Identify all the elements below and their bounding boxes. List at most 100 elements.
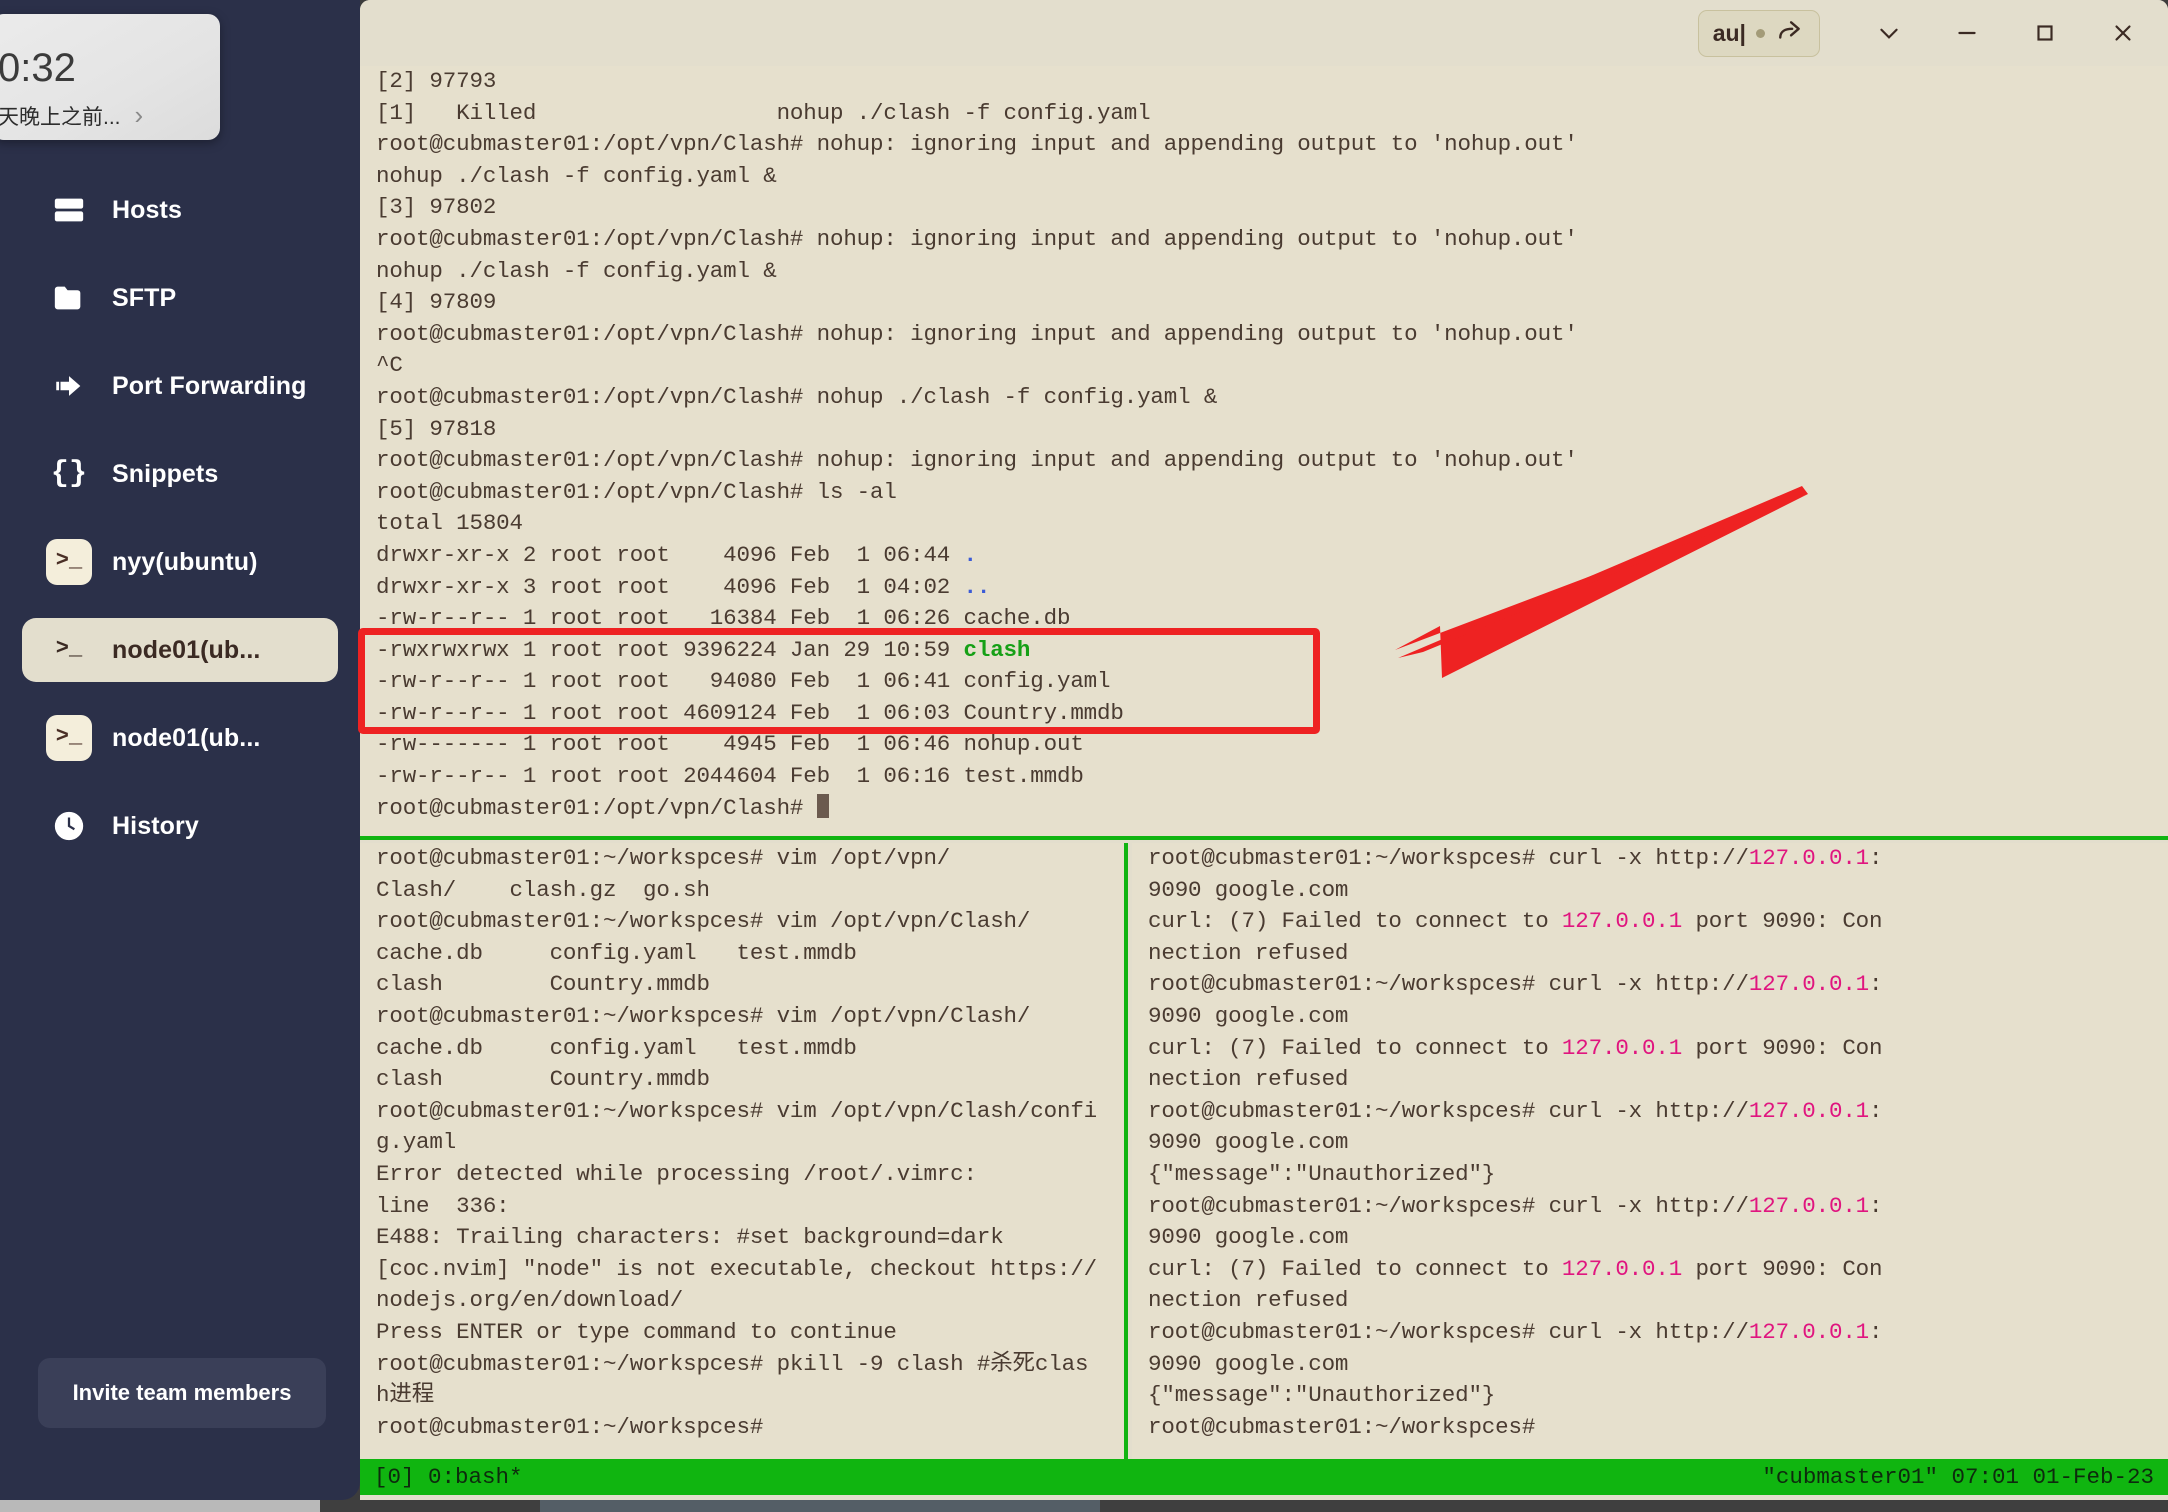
account-badge-label: au| bbox=[1712, 19, 1746, 46]
terminal-line: h进程 bbox=[376, 1382, 435, 1409]
close-button[interactable] bbox=[2084, 0, 2162, 66]
terminal-line: nection refused bbox=[1148, 1287, 1349, 1314]
ip-address: 127.0.0.1 bbox=[1561, 1034, 1683, 1061]
red-arrow-pointing-left bbox=[1395, 486, 1808, 678]
terminal-line: nodejs.org/en/download/ bbox=[376, 1287, 684, 1314]
terminal-line: Error detected while processing /root/.v… bbox=[376, 1160, 977, 1187]
tmux-status-left: [0] 0:bash* bbox=[374, 1464, 523, 1490]
terminal-line: root@cubmaster01:/opt/vpn/Clash# nohup: … bbox=[376, 225, 1578, 252]
terminal-line: ^C bbox=[376, 352, 403, 379]
popup-message-row: 天晚上之前... › bbox=[0, 100, 220, 131]
account-share-badge[interactable]: au| bbox=[1697, 9, 1820, 57]
notification-popup[interactable]: 0:32 天晚上之前... › bbox=[0, 14, 220, 140]
terminal-line: root@cubmaster01:~/workspces# vim /opt/v… bbox=[376, 1097, 1098, 1124]
tmux-status-bar: [0] 0:bash* "cubmaster01" 07:01 01-Feb-2… bbox=[360, 1459, 2168, 1495]
terminal-line: root@cubmaster01:~/workspces# vim /opt/v… bbox=[376, 845, 951, 871]
terminal-line: root@cubmaster01:~/workspces# curl -x ht… bbox=[1148, 1192, 1883, 1219]
sidebar-item-node01[interactable]: >_ node01(ub... bbox=[22, 706, 338, 770]
pane-divider-vertical[interactable] bbox=[1124, 843, 1128, 1459]
terminal-line: Press ENTER or type command to continue bbox=[376, 1318, 897, 1345]
terminal-line: -rw-r--r-- 1 root root 4609124 Feb 1 06:… bbox=[376, 699, 1124, 726]
forward-icon bbox=[44, 369, 94, 403]
terminal-line: -rwxrwxrwx 1 root root 9396224 Jan 29 10… bbox=[376, 636, 1031, 663]
sidebar-item-port-forwarding[interactable]: Port Forwarding bbox=[22, 354, 338, 418]
sidebar-item-sftp[interactable]: SFTP bbox=[22, 266, 338, 330]
terminal-line: total 15804 bbox=[376, 510, 523, 537]
terminal-line: [3] 97802 bbox=[376, 194, 497, 221]
terminal-icon: >_ bbox=[44, 539, 94, 585]
terminal-line: root@cubmaster01:/opt/vpn/Clash# nohup: … bbox=[376, 320, 1578, 347]
terminal-cursor bbox=[816, 793, 829, 818]
terminal-line: root@cubmaster01:~/workspces# curl -x ht… bbox=[1148, 1318, 1883, 1345]
dot-indicator-icon bbox=[1756, 28, 1765, 38]
terminal-line: root@cubmaster01:/opt/vpn/Clash# ls -al bbox=[376, 478, 897, 505]
sidebar-item-snippets[interactable]: {} Snippets bbox=[22, 442, 338, 506]
terminal-line: -rw------- 1 root root 4945 Feb 1 06:46 … bbox=[376, 731, 1084, 758]
sidebar-item-label: Hosts bbox=[112, 195, 182, 224]
ip-address: 127.0.0.1 bbox=[1748, 971, 1870, 998]
ip-address: 127.0.0.1 bbox=[1748, 1097, 1870, 1124]
sidebar-item-hosts[interactable]: Hosts bbox=[22, 178, 338, 242]
terminal-pane-bottom-right[interactable]: root@cubmaster01:~/workspces# curl -x ht… bbox=[1132, 843, 2168, 1459]
terminal-line: 9090 google.com bbox=[1148, 1350, 1349, 1377]
ip-address: 127.0.0.1 bbox=[1561, 1255, 1683, 1282]
ip-address: 127.0.0.1 bbox=[1748, 845, 1870, 871]
terminal-line: g.yaml bbox=[376, 1129, 457, 1156]
braces-icon: {} bbox=[50, 457, 88, 491]
terminal-line: 9090 google.com bbox=[1148, 1129, 1349, 1156]
terminal-line: [2] 97793 bbox=[376, 68, 497, 94]
sidebar-item-node01-active[interactable]: >_ node01(ub... bbox=[22, 618, 338, 682]
terminal-line: drwxr-xr-x 2 root root 4096 Feb 1 06:44 … bbox=[376, 541, 978, 568]
popup-message: 天晚上之前... bbox=[0, 105, 121, 129]
sidebar-item-nyy-ubuntu[interactable]: >_ nyy(ubuntu) bbox=[22, 530, 338, 594]
terminal-line: nohup ./clash -f config.yaml & bbox=[376, 162, 777, 189]
pane-divider-horizontal[interactable] bbox=[360, 836, 2168, 840]
sidebar-item-label: SFTP bbox=[112, 283, 177, 312]
terminal-line: {"message":"Unauthorized"} bbox=[1148, 1382, 1496, 1409]
terminal-line: clash Country.mmdb bbox=[376, 971, 710, 998]
sidebar-nav: Hosts SFTP Port Forwarding {} Snippets >… bbox=[0, 178, 360, 882]
terminal-line: curl: (7) Failed to connect to 127.0.0.1… bbox=[1148, 1255, 1883, 1282]
sidebar-item-label: Snippets bbox=[112, 459, 219, 488]
minimize-button[interactable] bbox=[1928, 0, 2006, 66]
ip-address: 127.0.0.1 bbox=[1561, 908, 1683, 935]
terminal-icon: >_ bbox=[44, 715, 94, 761]
ip-address: 127.0.0.1 bbox=[1748, 1192, 1870, 1219]
ip-address: 127.0.0.1 bbox=[1748, 1318, 1870, 1345]
terminal-line: -rw-r--r-- 1 root root 16384 Feb 1 06:26… bbox=[376, 605, 1071, 632]
exec-filename: clash bbox=[963, 636, 1031, 663]
os-taskbar[interactable] bbox=[0, 1500, 2168, 1512]
sidebar-item-label: Port Forwarding bbox=[112, 371, 307, 400]
terminal-pane-bottom-left[interactable]: root@cubmaster01:~/workspces# vim /opt/v… bbox=[360, 843, 1124, 1459]
clock-icon bbox=[44, 809, 94, 843]
terminal-line: [coc.nvim] "node" is not executable, che… bbox=[376, 1255, 1098, 1282]
chevron-right-icon[interactable]: › bbox=[135, 100, 144, 131]
share-arrow-icon[interactable] bbox=[1775, 18, 1805, 49]
terminal-line: root@cubmaster01:/opt/vpn/Clash# nohup .… bbox=[376, 383, 1218, 410]
terminal-line: 9090 google.com bbox=[1148, 1224, 1349, 1251]
terminal-pane-top[interactable]: [2] 97793 [1] Killed nohup ./clash -f con… bbox=[360, 66, 2168, 836]
terminal-line: cache.db config.yaml test.mmdb bbox=[376, 939, 857, 966]
terminal-window: au| [2] 97793 [1] Killed nohup ./clash -… bbox=[360, 0, 2168, 1500]
terminal-line: root@cubmaster01:~/workspces# vim /opt/v… bbox=[376, 1002, 1031, 1029]
taskbar-segment-left bbox=[0, 1500, 320, 1512]
popup-time: 0:32 bbox=[0, 46, 76, 90]
terminal-line: nection refused bbox=[1148, 939, 1349, 966]
sidebar-item-history[interactable]: History bbox=[22, 794, 338, 858]
terminal-line: clash Country.mmdb bbox=[376, 1066, 710, 1093]
terminal-line: root@cubmaster01:/opt/vpn/Clash# bbox=[376, 793, 2152, 825]
sidebar-item-label: History bbox=[112, 811, 199, 840]
terminal-line: root@cubmaster01:~/workspces# curl -x ht… bbox=[1148, 845, 1883, 871]
chevron-down-button[interactable] bbox=[1850, 0, 1928, 66]
terminal-line: root@cubmaster01:~/workspces# vim /opt/v… bbox=[376, 908, 1031, 935]
dir-entry: . bbox=[963, 541, 978, 568]
window-titlebar: au| bbox=[360, 0, 2168, 66]
invite-team-members-button[interactable]: Invite team members bbox=[38, 1358, 326, 1428]
terminal-icon: >_ bbox=[55, 635, 83, 661]
maximize-button[interactable] bbox=[2006, 0, 2084, 66]
terminal-line: root@cubmaster01:~/workspces# curl -x ht… bbox=[1148, 1097, 1883, 1124]
screen: >_ Hosts SFTP bbox=[0, 0, 2168, 1512]
terminal-line: root@cubmaster01:/opt/vpn/Clash# nohup: … bbox=[376, 447, 1578, 474]
terminal-line: cache.db config.yaml test.mmdb bbox=[376, 1034, 857, 1061]
terminal-line: -rw-r--r-- 1 root root 2044604 Feb 1 06:… bbox=[376, 763, 1084, 790]
